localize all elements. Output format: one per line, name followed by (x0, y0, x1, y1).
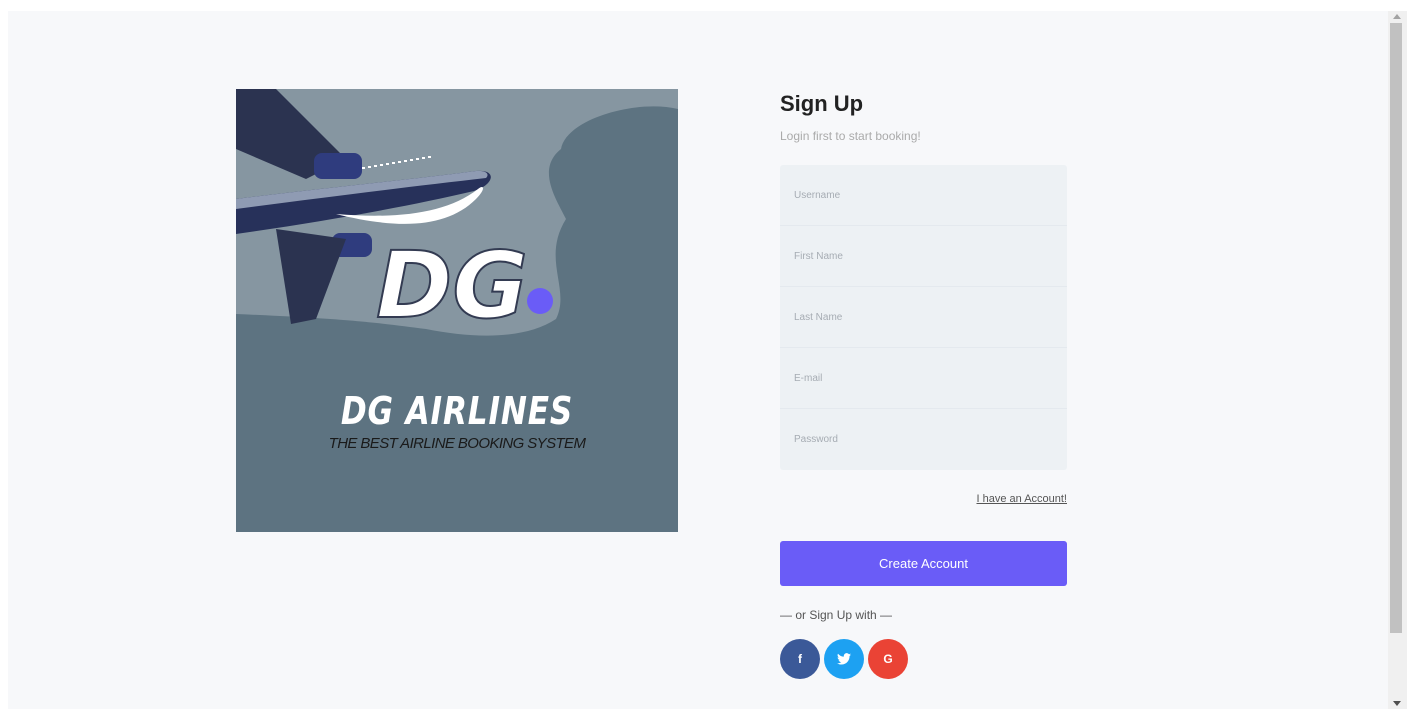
hero-image: DG DG AIRLINES THE BEST AIRLINE BOOKING … (236, 89, 678, 532)
fields-group (780, 165, 1067, 470)
last-name-input[interactable] (792, 310, 1056, 324)
password-field-row (780, 409, 1067, 470)
svg-text:DG: DG (376, 232, 528, 339)
vertical-scrollbar[interactable] (1388, 11, 1407, 709)
hero-illustration: DG (236, 89, 678, 532)
facebook-icon: f (798, 652, 802, 666)
last-name-field-row (780, 287, 1067, 348)
username-input[interactable] (792, 188, 1056, 202)
scroll-thumb[interactable] (1390, 23, 1402, 633)
password-input[interactable] (792, 433, 1056, 446)
google-button[interactable]: G (868, 639, 908, 679)
or-sign-up-with-text: — or Sign Up with — (780, 608, 893, 622)
twitter-icon (837, 653, 851, 665)
first-name-field-row (780, 226, 1067, 287)
email-input[interactable] (792, 371, 1056, 385)
scroll-up-arrow-icon[interactable] (1393, 14, 1401, 19)
first-name-input[interactable] (792, 249, 1056, 263)
page-subtitle: Login first to start booking! (780, 129, 921, 143)
brand-name: DG AIRLINES (340, 389, 574, 433)
username-field-row (780, 165, 1067, 226)
scroll-down-arrow-icon[interactable] (1393, 701, 1401, 706)
twitter-button[interactable] (824, 639, 864, 679)
signup-form: Sign Up Login first to start booking! I … (780, 89, 1067, 679)
brand-tagline: THE BEST AIRLINE BOOKING SYSTEM (328, 435, 586, 452)
social-buttons: f G (780, 639, 1067, 679)
page-title: Sign Up (780, 91, 864, 116)
email-field-row (780, 348, 1067, 409)
page-background (8, 11, 1388, 709)
create-account-button[interactable]: Create Account (780, 541, 1067, 586)
have-account-link[interactable]: I have an Account! (780, 493, 1067, 507)
facebook-button[interactable]: f (780, 639, 820, 679)
google-icon: G (883, 652, 893, 666)
